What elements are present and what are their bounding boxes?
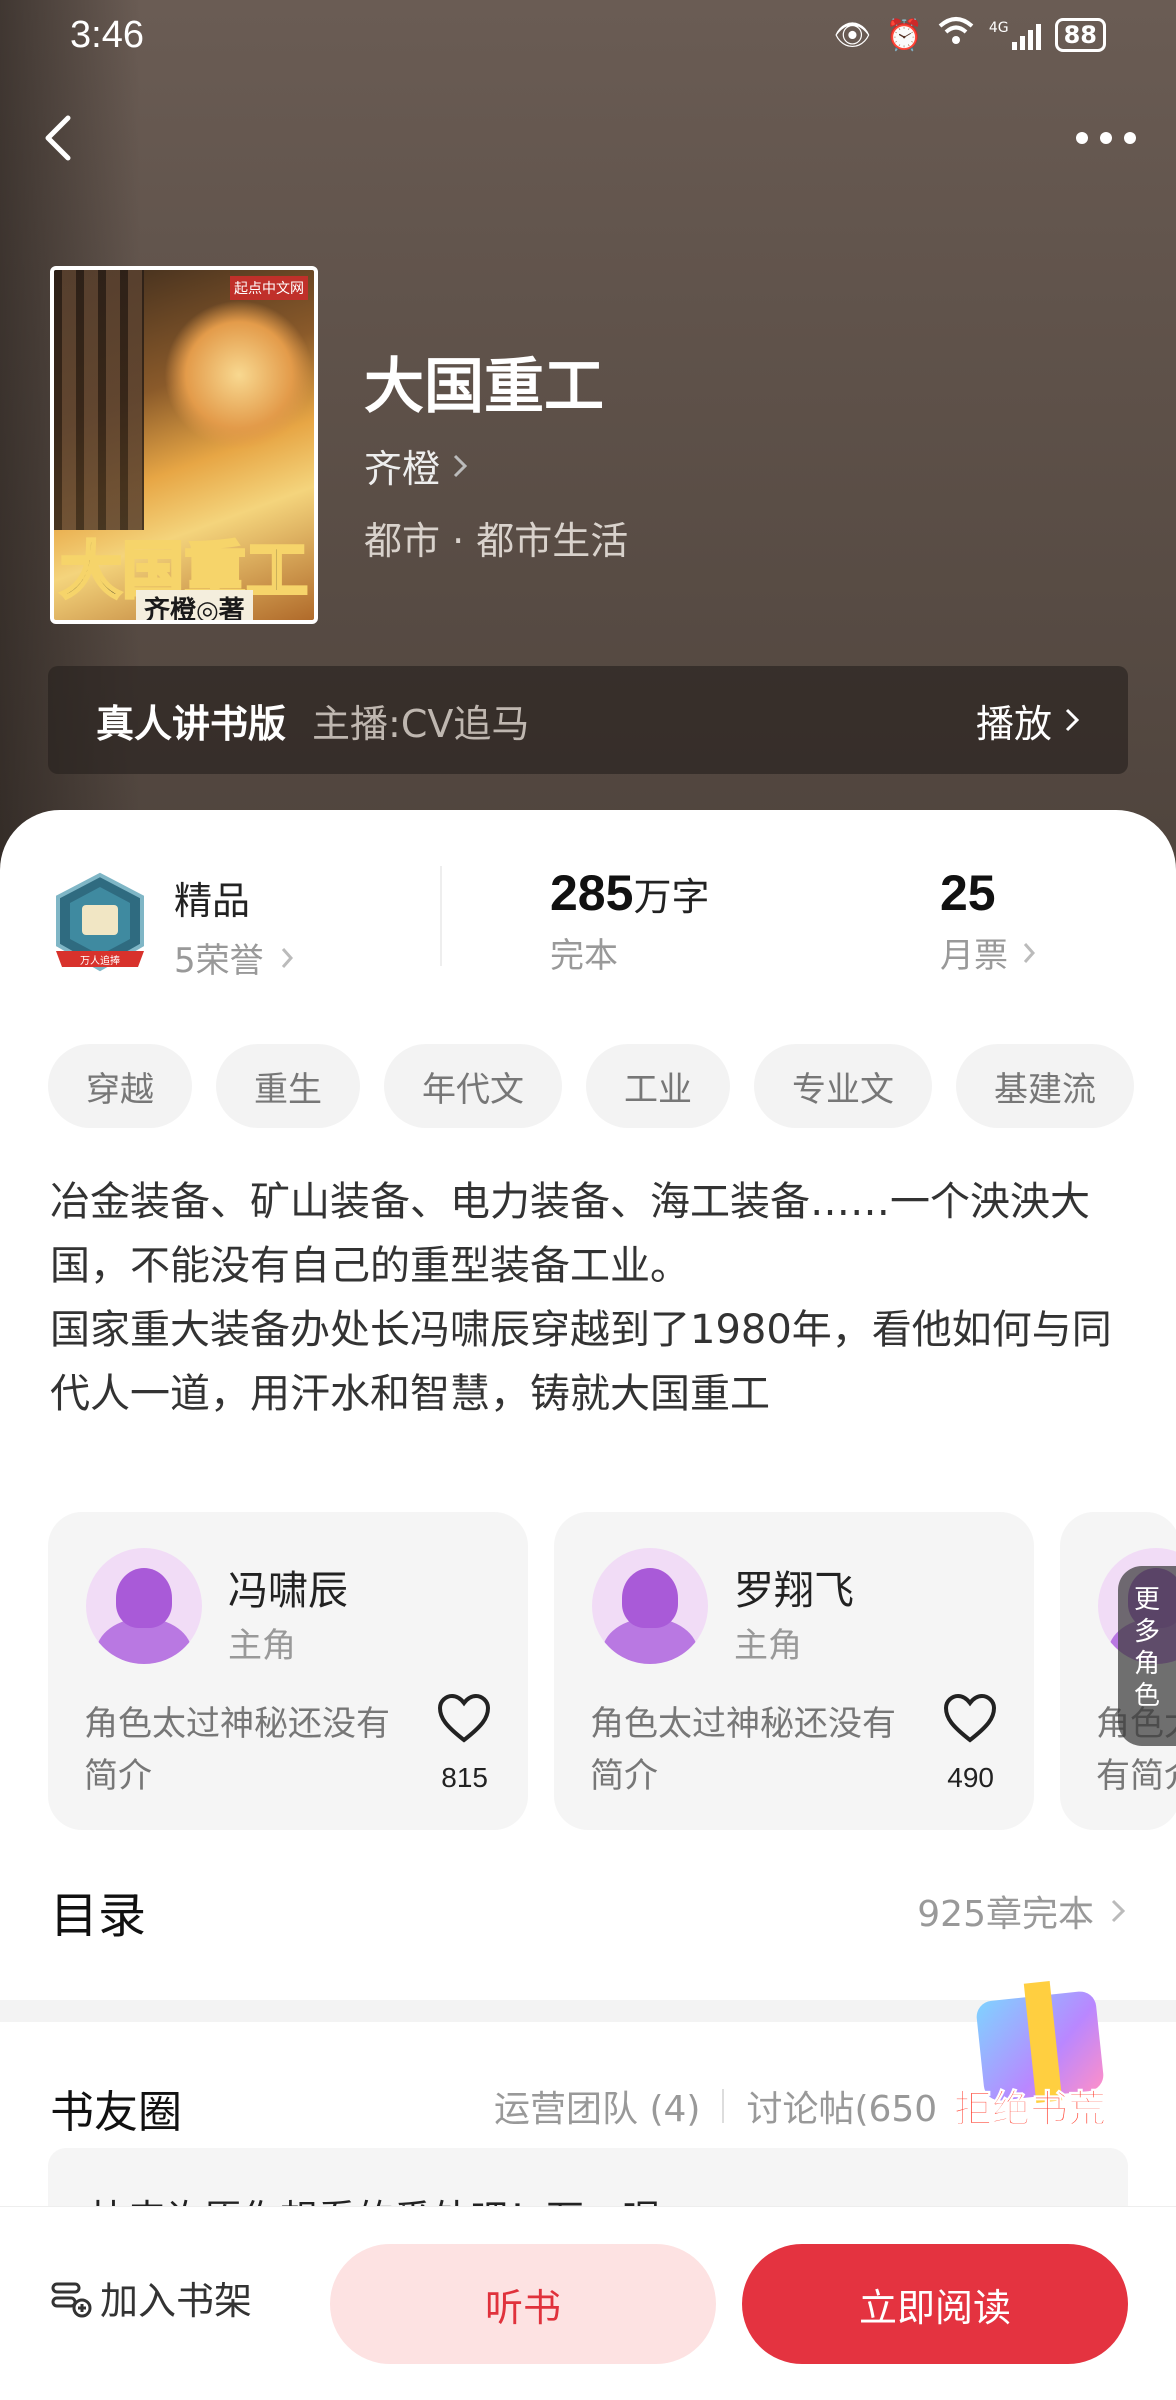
listen-button[interactable]: 听书 [330, 2244, 716, 2364]
operations-team-link[interactable]: 运营团队 (4) [494, 2080, 700, 2132]
chevron-right-icon [281, 947, 293, 968]
audio-version-label: 真人讲书版 [96, 701, 287, 746]
monthly-tickets-stat[interactable]: 25 月票 [940, 864, 1036, 977]
chapter-summary: 925章完本 [917, 1894, 1094, 1935]
stats-divider [440, 866, 442, 966]
battery-indicator: 88 [1054, 18, 1106, 52]
heart-icon[interactable] [436, 1692, 492, 1744]
book-cover[interactable]: 起点中文网 大国重工 齐橙◎著 [50, 266, 318, 624]
honor-count: 5荣誉 [174, 941, 264, 981]
book-title: 大国重工 [364, 352, 604, 422]
audio-host: 主播:CV追马 [312, 701, 530, 746]
tag-chip[interactable]: 基建流 [956, 1044, 1134, 1128]
eye-icon: 👁 [833, 17, 872, 53]
network-type: 4G [988, 20, 1009, 36]
more-options-button[interactable] [1066, 118, 1146, 158]
tag-chip[interactable]: 专业文 [754, 1044, 932, 1128]
character-description: 角色太过神秘还没有简介 [84, 1704, 390, 1796]
honor-stat[interactable]: 万人追捧 精品 5荣誉 [50, 870, 294, 982]
character-likes: 815 [441, 1762, 488, 1793]
character-avatar [592, 1548, 708, 1664]
reader-circle-links[interactable]: 运营团队 (4) 讨论帖(650 [494, 2080, 937, 2132]
character-card[interactable]: 冯啸辰 主角 角色太过神秘还没有简介 815 [48, 1512, 528, 1830]
chevron-right-icon [1023, 942, 1036, 963]
promo-gift-button[interactable]: 拒绝书荒 [952, 1980, 1132, 2142]
tag-chip[interactable]: 工业 [586, 1044, 730, 1128]
description-paragraph: 国家重大装备办处长冯啸辰穿越到了1980年，看他如何与同代人一道，用汗水和智慧，… [50, 1307, 1112, 1417]
medal-icon: 万人追捧 [50, 871, 150, 981]
medal-caption: 万人追捧 [80, 954, 120, 967]
honor-label: 精品 [174, 879, 251, 923]
character-likes: 490 [947, 1762, 994, 1793]
chevron-right-icon [453, 454, 468, 477]
play-label: 播放 [975, 701, 1052, 746]
more-characters-label: 更多角色 [1133, 1585, 1160, 1711]
author-link[interactable]: 齐橙 [364, 438, 468, 493]
link-separator [722, 2089, 725, 2123]
character-avatar [86, 1548, 202, 1664]
author-name: 齐橙 [364, 447, 441, 491]
cover-author: 齐橙◎著 [136, 590, 253, 620]
discussion-posts-link[interactable]: 讨论帖(650 [746, 2080, 937, 2132]
character-description: 角色太过神秘还没有简介 [590, 1704, 896, 1796]
book-description[interactable]: 冶金装备、矿山装备、电力装备、海工装备……一个泱泱大国，不能没有自己的重型装备工… [50, 1170, 1140, 1426]
table-of-contents-row[interactable]: 目录 925章完本 [50, 1876, 1126, 1946]
add-to-shelf-label: 加入书架 [100, 2279, 253, 2323]
tag-chip[interactable]: 重生 [216, 1044, 360, 1128]
read-now-button[interactable]: 立即阅读 [742, 2244, 1128, 2364]
signal-icon: 4G [989, 20, 1041, 50]
tag-chip[interactable]: 穿越 [48, 1044, 192, 1128]
chevron-right-icon [1065, 708, 1080, 732]
character-list: 冯啸辰 主角 角色太过神秘还没有简介 815 罗翔飞 主角 角色太过神秘还没有简… [48, 1512, 1176, 1830]
toc-heading: 目录 [50, 1888, 147, 1944]
word-count-value: 285 [550, 865, 634, 921]
play-button[interactable]: 播放 [976, 693, 1080, 748]
book-genre: 都市 · 都市生活 [364, 519, 629, 563]
audio-version-bar[interactable]: 真人讲书版 主播:CV追马 播放 [48, 666, 1128, 774]
character-name: 罗翔飞 [734, 1568, 854, 1614]
chevron-left-icon [45, 115, 71, 161]
chevron-right-icon [1111, 1899, 1126, 1923]
character-name: 冯啸辰 [228, 1568, 348, 1614]
word-count-unit: 万字 [633, 875, 710, 919]
back-button[interactable] [30, 108, 90, 168]
bookshelf-add-icon [51, 2282, 92, 2317]
description-paragraph: 冶金装备、矿山装备、电力装备、海工装备……一个泱泱大国，不能没有自己的重型装备工… [50, 1179, 1090, 1289]
character-role: 主角 [734, 1626, 802, 1666]
character-card[interactable]: 罗翔飞 主角 角色太过神秘还没有简介 490 [554, 1512, 1034, 1830]
add-to-shelf-button[interactable]: 加入书架 [50, 2270, 252, 2325]
more-characters-button[interactable]: 更多角色 [1118, 1566, 1176, 1746]
completion-status: 完本 [550, 936, 618, 976]
reader-circle-heading: 书友圈 [50, 2087, 182, 2138]
status-time: 3:46 [70, 14, 144, 56]
promo-text: 拒绝书荒 [953, 2087, 1107, 2132]
status-icons: 👁 ⏰ 4G 88 [833, 16, 1106, 54]
alarm-icon: ⏰ [885, 17, 923, 53]
monthly-tickets-label: 月票 [940, 936, 1008, 976]
heart-icon[interactable] [942, 1692, 998, 1744]
word-count-stat: 285万字 完本 [550, 864, 709, 977]
tag-list: 穿越 重生 年代文 工业 专业文 基建流 [48, 1044, 1134, 1128]
wifi-icon [937, 16, 975, 54]
monthly-tickets-value: 25 [940, 865, 996, 921]
character-role: 主角 [228, 1626, 296, 1666]
cover-publisher-badge: 起点中文网 [230, 276, 308, 300]
tag-chip[interactable]: 年代文 [384, 1044, 562, 1128]
